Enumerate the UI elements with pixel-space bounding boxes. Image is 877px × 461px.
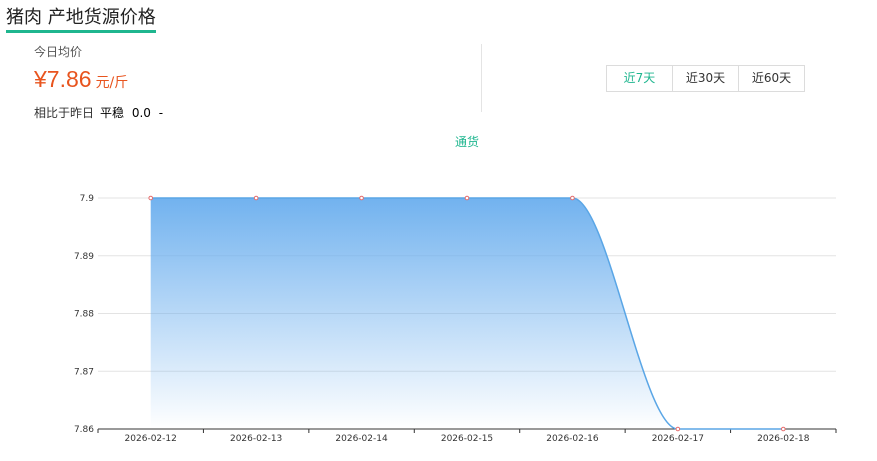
x-tick-label: 2026-02-13 [230,434,282,444]
y-tick-label: 7.9 [80,194,95,204]
data-point[interactable] [359,195,364,201]
data-point[interactable] [253,195,259,201]
data-point[interactable] [464,195,470,201]
y-tick-label: 7.86 [74,425,94,435]
x-tick-label: 2026-02-18 [757,434,810,444]
x-tick-label: 2026-02-14 [335,434,388,444]
y-tick-label: 7.88 [74,310,94,320]
x-tick-label: 2026-02-17 [652,434,704,444]
x-tick-label: 2026-02-16 [546,434,599,444]
x-tick-label: 2026-02-15 [441,434,493,444]
data-point[interactable] [780,426,786,432]
price-chart: 7.86 7.87 7.88 7.89 7.9 2026-02-12 2026-02-13 2… [74,194,837,444]
data-point[interactable] [570,195,575,201]
data-point[interactable] [675,426,681,432]
data-point[interactable] [148,195,154,201]
y-tick-label: 7.89 [74,252,94,262]
x-tick-label: 2026-02-12 [125,434,177,444]
y-tick-label: 7.87 [74,367,94,377]
